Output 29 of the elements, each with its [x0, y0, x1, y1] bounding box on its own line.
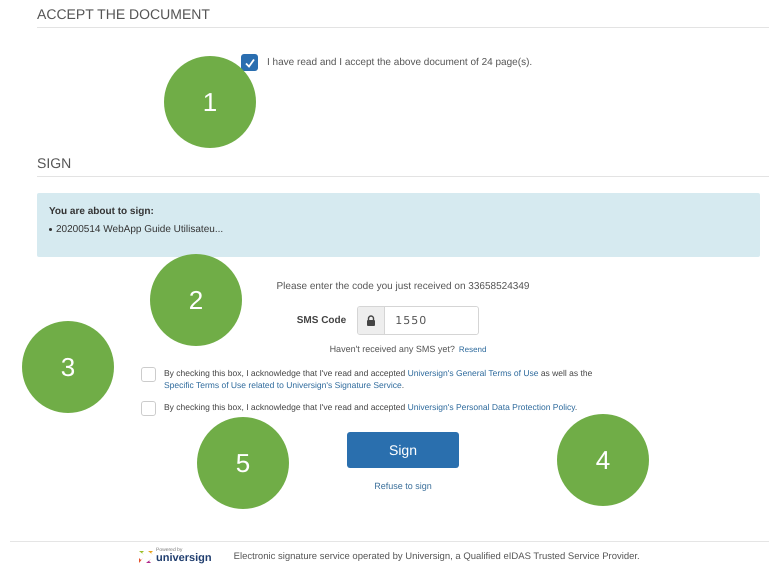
- number-callout: 2: [150, 254, 242, 346]
- number-callout: 3: [22, 321, 114, 413]
- bullet-icon: [49, 228, 52, 231]
- number-callout: 1: [164, 56, 256, 148]
- document-item: 20200514 WebApp Guide Utilisateu...: [56, 224, 224, 235]
- sms-code-field[interactable]: 1550: [357, 306, 480, 335]
- arrows-logo-icon: [138, 550, 154, 564]
- section-heading: SIGN: [37, 155, 769, 177]
- code-prompt: Please enter the code you just received on 33658524349: [276, 281, 530, 292]
- terms-link[interactable]: Universign's General Terms of Use: [408, 368, 538, 378]
- terms-link[interactable]: Universign's Personal Data Protection Policy: [408, 402, 575, 412]
- checkbox-label: I have read and I accept the above document of 24 page(s).: [267, 57, 532, 68]
- number-callout: 5: [197, 417, 289, 509]
- number-callout: 4: [557, 414, 649, 506]
- lock-icon: [366, 315, 376, 326]
- checkbox[interactable]: [241, 54, 258, 71]
- consent-text: By checking this box, I acknowledge that I've read and accepted Universign's Personal Data Protection Policy.: [164, 401, 578, 413]
- consent-text: By checking this box, I acknowledge that I've read and accepted Universign's General Terms of Use as well as the Specific Terms of Use related to Universign's Signature Service.: [164, 367, 594, 391]
- resend-prompt: Haven't received any SMS yet?: [330, 344, 455, 354]
- footer-text: Electronic signature service operated by Universign, a Qualified eIDAS Trusted Service Provider.: [234, 550, 640, 562]
- terms-link[interactable]: Specific Terms of Use related to Universign's Signature Service: [164, 380, 402, 390]
- resend-link[interactable]: Resend: [458, 345, 486, 354]
- sign-button[interactable]: Sign: [347, 432, 459, 468]
- section-heading: ACCEPT THE DOCUMENT: [37, 6, 769, 28]
- refuse-link[interactable]: Refuse to sign: [374, 481, 432, 491]
- checkmark-icon: [244, 56, 256, 68]
- logo-wordmark: universign: [156, 553, 212, 564]
- field-label: SMS Code: [296, 315, 346, 326]
- notice-title: You are about to sign:: [49, 206, 155, 217]
